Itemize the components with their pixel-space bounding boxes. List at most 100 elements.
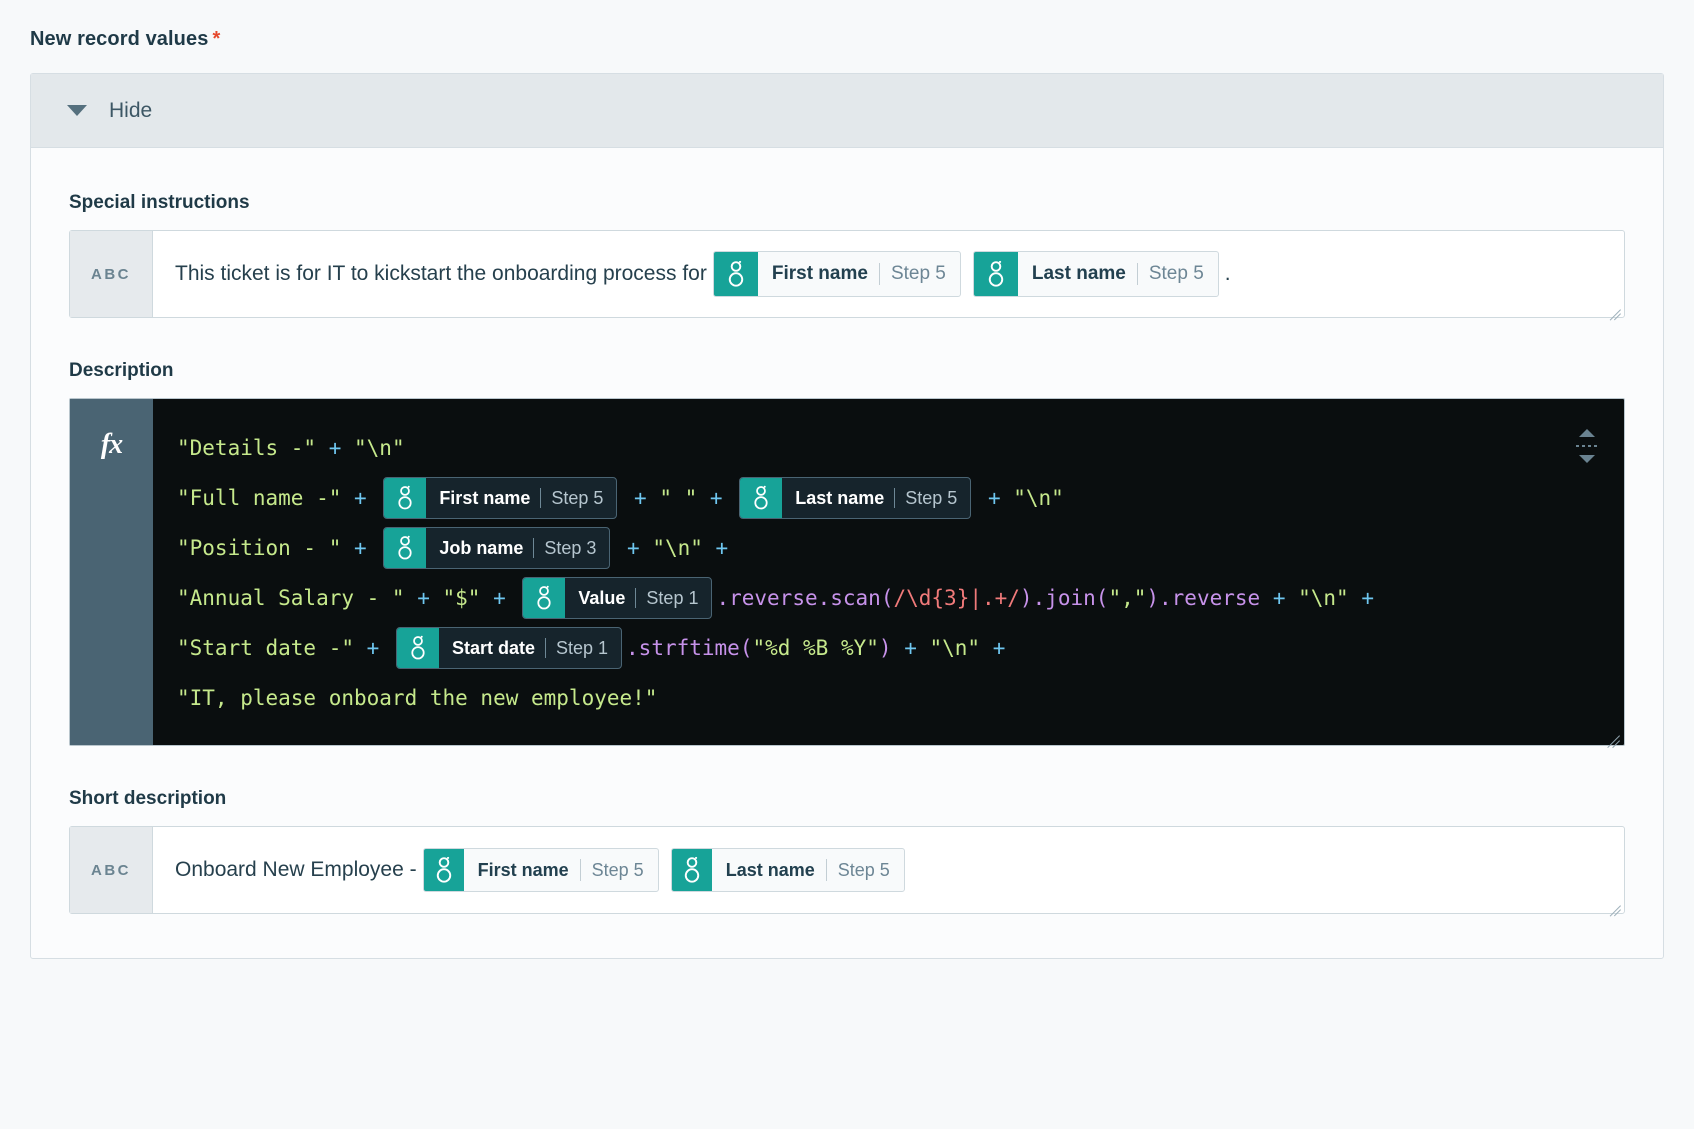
token-pill-divider	[580, 859, 581, 881]
code-line: "Position - " + Job name Step 3 + "\n" +	[177, 523, 1598, 573]
code-token-op: +	[980, 623, 1018, 673]
person-icon	[424, 849, 464, 891]
token-pill-divider	[894, 488, 895, 508]
code-token-op: +	[354, 623, 392, 673]
token-pill[interactable]: Job name Step 3	[383, 527, 610, 569]
code-token-op: +	[703, 523, 741, 573]
vertical-resize-icon[interactable]	[1574, 429, 1600, 463]
code-token-str: "Full name -"	[177, 473, 341, 523]
code-token-op: +	[341, 523, 379, 573]
code-line: "Full name -" + First nameStep 5 + " " +…	[177, 473, 1598, 523]
short-description-content[interactable]: Onboard New Employee - First nameStep 5L…	[153, 827, 1624, 913]
collapse-toggle[interactable]: Hide	[31, 74, 1663, 148]
description-code-editor[interactable]: fx "Details -" + "\n""Full name -" + Fir…	[69, 398, 1625, 746]
code-token-str: " "	[659, 473, 697, 523]
token-pill-step: Step 1	[646, 577, 698, 619]
token-pill[interactable]: ValueStep 1	[522, 577, 712, 619]
token-pill[interactable]: First name Step 5	[423, 848, 659, 892]
page-title-text: New record values	[30, 28, 208, 50]
token-pill[interactable]: First nameStep 5	[383, 477, 617, 519]
token-pill[interactable]: First name Step 5	[713, 251, 961, 297]
token-pill[interactable]: Last nameStep 5	[739, 477, 971, 519]
code-token-str: "IT, please onboard the new employee!"	[177, 673, 657, 723]
person-icon	[724, 260, 748, 288]
code-token-str: "\n"	[1013, 473, 1064, 523]
token-pill-divider	[1137, 263, 1138, 285]
token-pill-divider	[545, 638, 546, 658]
person-icon	[397, 628, 439, 668]
code-line: "Details -" + "\n"	[177, 423, 1598, 473]
token-pill-text: Last name Step 5	[1018, 252, 1218, 296]
token-pill-step: Step 5	[1149, 262, 1204, 286]
special-instructions-tokens: First name Step 5 Last name Step 5	[713, 251, 1219, 297]
code-line: "IT, please onboard the new employee!"	[177, 673, 1598, 723]
short-description-input[interactable]: ABC Onboard New Employee - First nameSte…	[69, 826, 1625, 914]
code-token-str: "Position - "	[177, 523, 341, 573]
token-pill-step: Step 5	[592, 859, 644, 882]
token-pill-text: First name Step 5	[758, 252, 960, 296]
required-asterisk: *	[212, 28, 220, 50]
code-token-str: "Details -"	[177, 423, 316, 473]
short-description-label: Short description	[69, 788, 1625, 810]
special-instructions-content[interactable]: This ticket is for IT to kickstart the o…	[153, 231, 1624, 317]
token-pill-step: Step 3	[544, 527, 596, 569]
field-short-description: Short description ABC Onboard New Employ…	[69, 788, 1625, 914]
token-pill-name: First name	[772, 262, 868, 286]
token-pill-step: Step 5	[838, 859, 890, 882]
code-token-op: +	[614, 523, 652, 573]
token-pill-name: Last name	[795, 477, 884, 519]
field-description: Description fx "Details -" + "\n""Full n…	[69, 360, 1625, 746]
token-pill-text: First nameStep 5	[426, 478, 616, 518]
code-token-op: +	[341, 473, 379, 523]
special-instructions-trailing-text: .	[1225, 261, 1231, 287]
field-special-instructions: Special instructions ABC This ticket is …	[69, 192, 1625, 318]
abc-icon: ABC	[70, 827, 153, 913]
person-icon	[407, 635, 429, 660]
abc-icon: ABC	[70, 231, 153, 317]
code-token-meth: )	[879, 623, 892, 673]
person-icon	[523, 578, 565, 618]
code-token-str: "\n"	[354, 423, 405, 473]
code-token-op: +	[621, 473, 659, 523]
person-icon	[533, 585, 555, 610]
token-pill-step: Step 5	[891, 262, 946, 286]
person-icon	[974, 252, 1018, 296]
code-token-str: "\n"	[652, 523, 703, 573]
token-pill-text: Start date Step 1	[439, 628, 621, 668]
token-pill-name: Start date	[452, 627, 535, 669]
fx-icon: fx	[70, 399, 153, 745]
code-token-str: "$"	[443, 573, 481, 623]
person-icon	[394, 485, 416, 510]
code-token-meth: .reverse.scan(	[716, 573, 893, 623]
code-token-str: "Annual Salary - "	[177, 573, 405, 623]
token-pill-divider	[826, 859, 827, 881]
code-token-str: ","	[1108, 573, 1146, 623]
token-pill-name: Last name	[1032, 262, 1126, 286]
token-pill-divider	[879, 263, 880, 285]
code-line: "Start date -" + Start dateStep 1.strfti…	[177, 623, 1598, 673]
new-record-values-card: Hide Special instructions ABC This ticke…	[30, 73, 1664, 959]
token-pill-divider	[635, 588, 636, 608]
caret-down-icon[interactable]	[67, 105, 87, 116]
code-token-op: +	[480, 573, 518, 623]
person-icon	[432, 856, 456, 884]
token-pill-text: Last nameStep 5	[782, 478, 970, 518]
description-label: Description	[69, 360, 1625, 382]
person-icon	[394, 535, 416, 560]
special-instructions-input[interactable]: ABC This ticket is for IT to kickstart t…	[69, 230, 1625, 318]
token-pill[interactable]: Start date Step 1	[396, 627, 622, 669]
person-icon	[984, 260, 1008, 288]
token-pill-name: First name	[478, 859, 569, 882]
token-pill-divider	[540, 488, 541, 508]
token-pill-step: Step 1	[556, 627, 608, 669]
token-pill-name: Job name	[439, 527, 523, 569]
resize-corner-icon[interactable]	[1604, 725, 1620, 741]
code-token-op: +	[892, 623, 930, 673]
code-token-str: "%d %B %Y"	[752, 623, 878, 673]
token-pill-name: Last name	[726, 859, 815, 882]
form-page: New record values* Hide Special instruct…	[0, 0, 1694, 959]
token-pill[interactable]: Last name Step 5	[973, 251, 1219, 297]
code-area[interactable]: "Details -" + "\n""Full name -" + First …	[153, 399, 1624, 745]
token-pill[interactable]: Last name Step 5	[671, 848, 905, 892]
code-token-str: "Start date -"	[177, 623, 354, 673]
